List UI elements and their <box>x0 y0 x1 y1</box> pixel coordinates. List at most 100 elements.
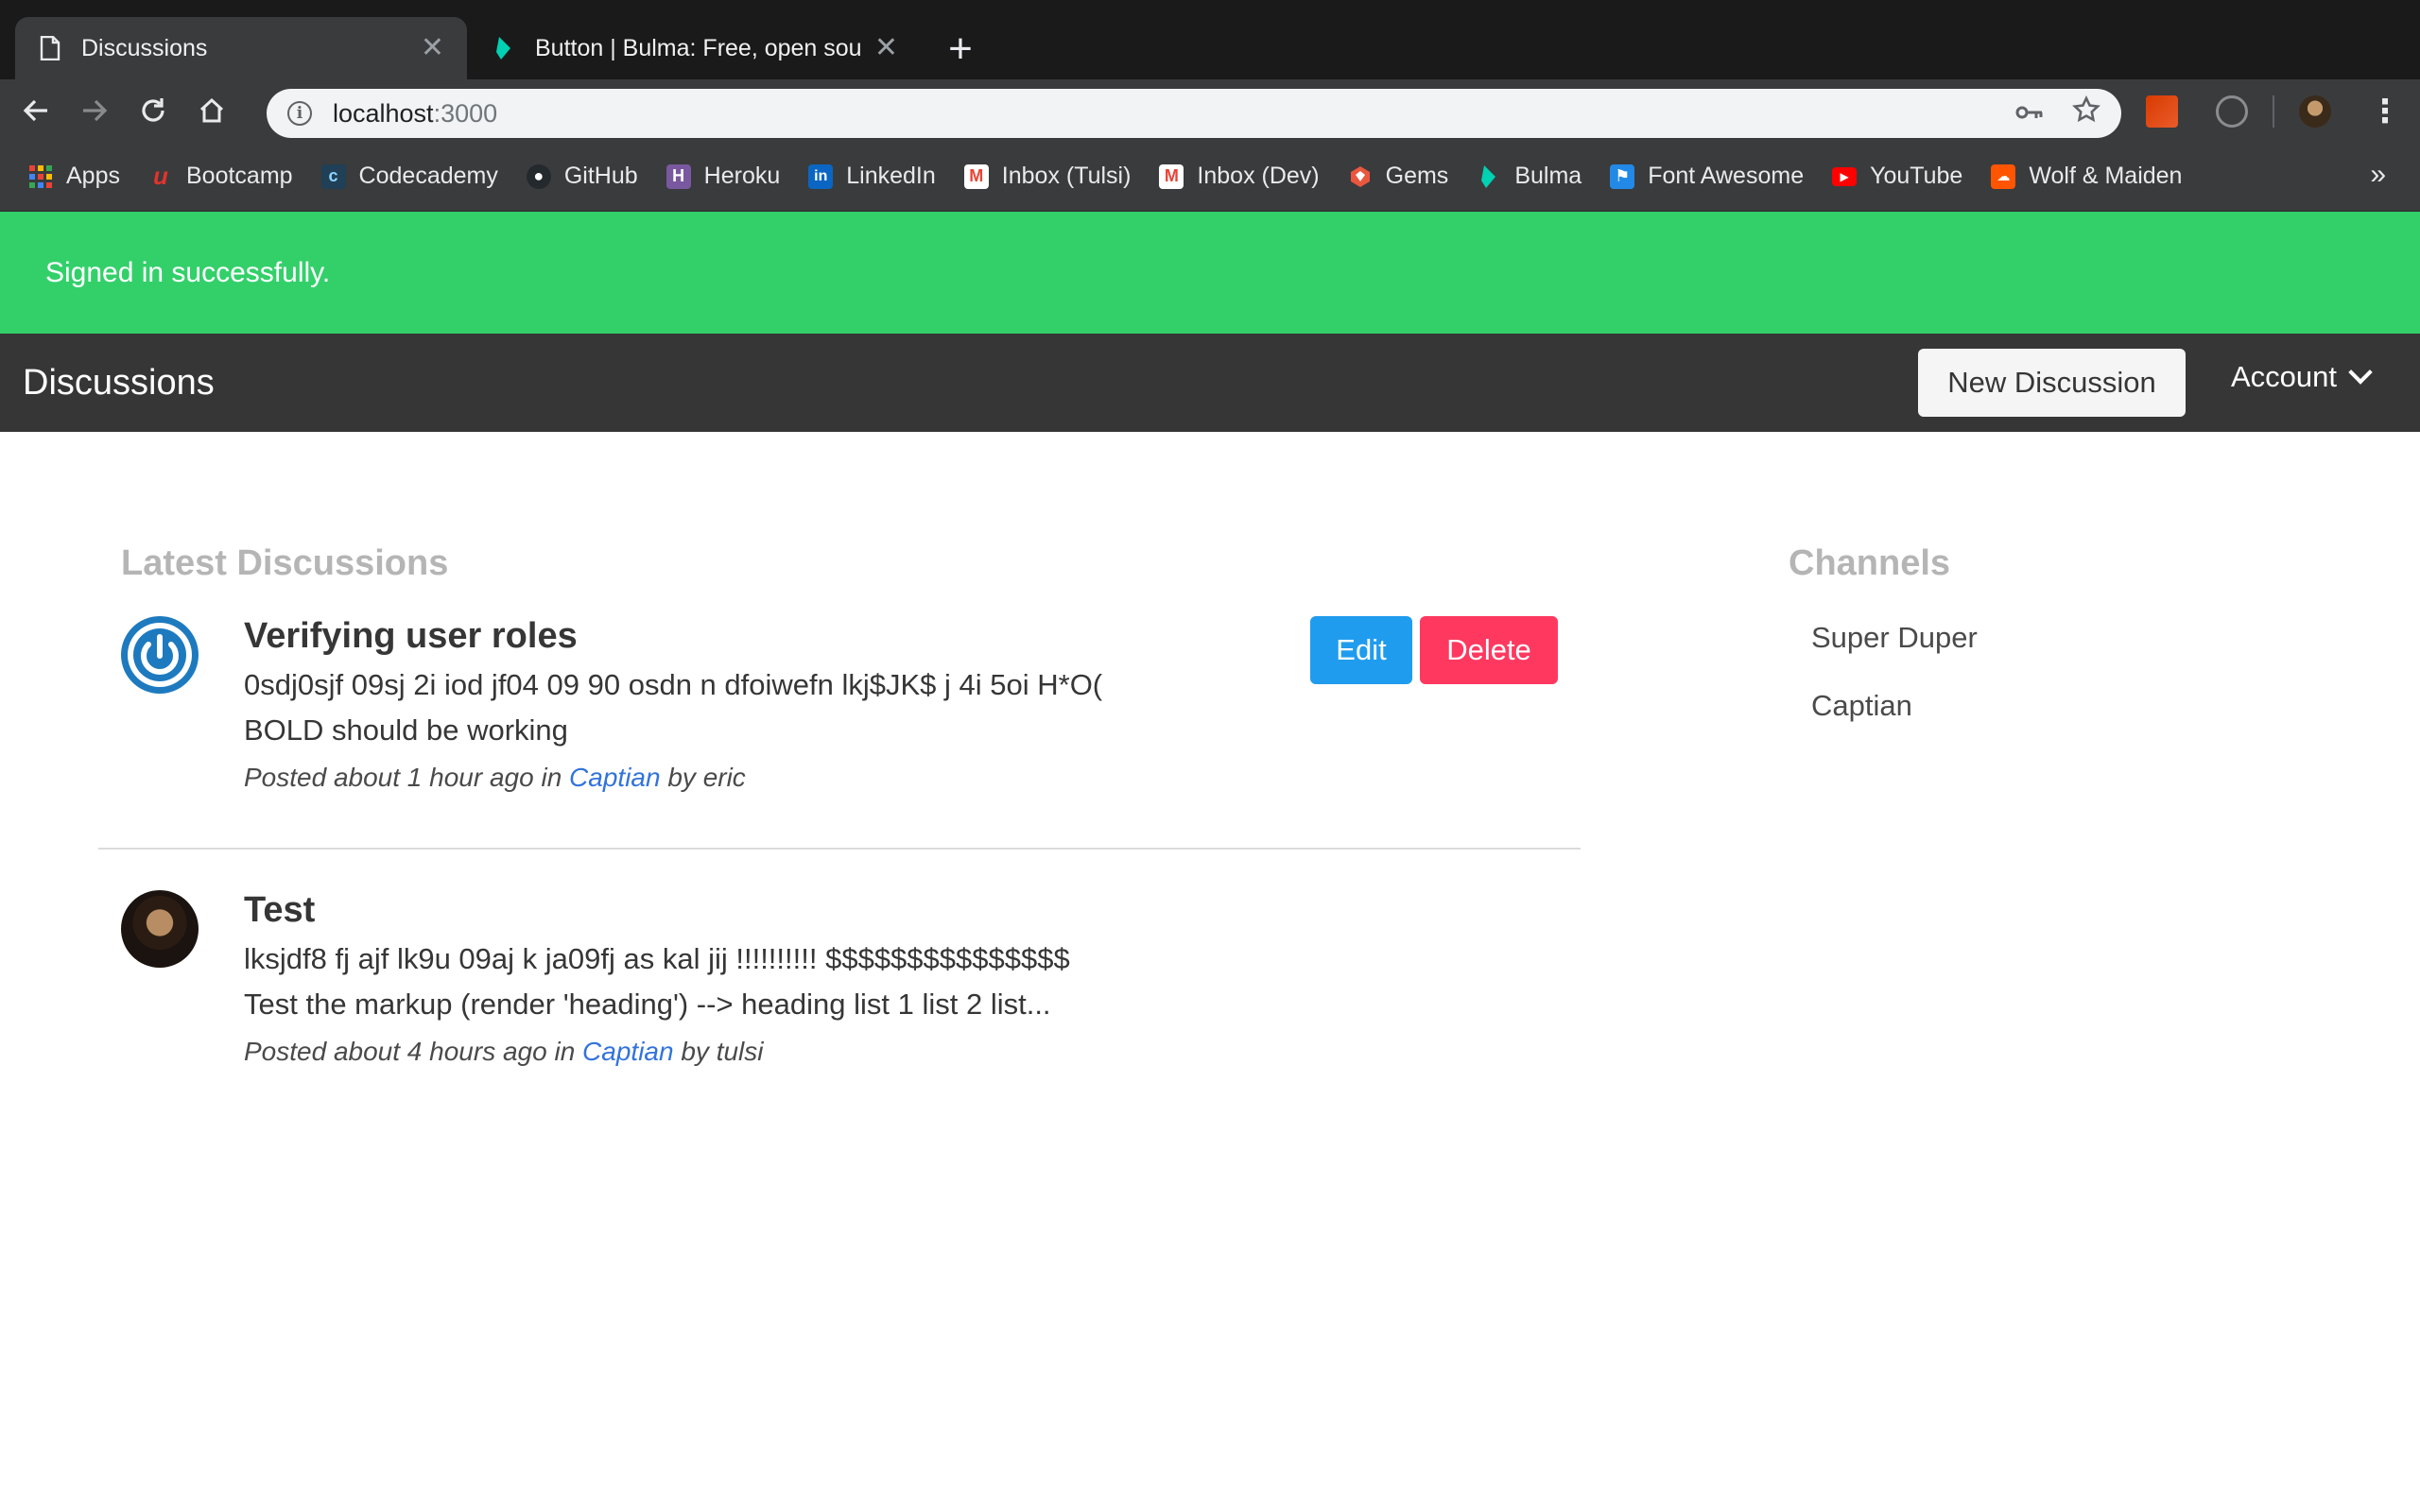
close-icon[interactable]: ✕ <box>874 34 898 62</box>
bookmark-label: Inbox (Tulsi) <box>1001 163 1132 189</box>
menu-icon[interactable]: ⋮ <box>2369 94 2401 129</box>
meta-prefix: Posted about 4 hours ago in <box>244 1037 583 1066</box>
avatar <box>121 890 199 968</box>
discussion-title[interactable]: Verifying user roles <box>244 616 1102 657</box>
discussion-body: Test lksjdf8 fj ajf lk9u 09aj k ja09fj a… <box>244 890 1070 1067</box>
star-icon[interactable] <box>2072 94 2100 131</box>
bulma-icon <box>1477 164 1501 189</box>
power-icon <box>128 623 192 687</box>
avatar <box>121 616 199 694</box>
bootcamp-icon: u <box>153 162 168 190</box>
bookmark-bulma[interactable]: Bulma <box>1477 163 1582 190</box>
arrow-right-icon <box>83 99 108 122</box>
bookmark-codecademy[interactable]: c Codecademy <box>320 163 498 190</box>
bookmark-label: Apps <box>66 163 120 189</box>
main-content: Latest Discussions Channels Verifying us… <box>0 432 2420 1388</box>
home-button[interactable] <box>189 88 234 133</box>
info-icon[interactable]: i <box>287 101 312 126</box>
bulma-icon <box>492 36 516 60</box>
chevron-down-icon <box>2348 360 2373 385</box>
soundcloud-icon: ☁ <box>1991 163 2016 189</box>
tab-discussions[interactable]: Discussions ✕ <box>15 17 467 79</box>
forward-button[interactable] <box>72 88 117 133</box>
github-icon: ● <box>526 163 551 189</box>
document-icon <box>38 36 62 60</box>
arrow-left-icon <box>23 99 47 122</box>
gmail-icon: M <box>1159 163 1184 189</box>
bookmark-label: LinkedIn <box>846 163 936 189</box>
bookmark-label: GitHub <box>563 163 638 189</box>
discussion-body: Verifying user roles 0sdj0sjf 09sj 2i io… <box>244 616 1102 793</box>
excerpt-line: 0sdj0sjf 09sj 2i iod jf04 09 90 osdn n d… <box>244 668 1103 701</box>
app-navbar: Discussions New Discussion Account <box>0 334 2420 432</box>
browser-toolbar: i localhost:3000 ⋮ <box>0 79 2420 142</box>
channel-item-captian[interactable]: Captian <box>1811 672 1978 740</box>
divider <box>98 848 1581 850</box>
channels-heading: Channels <box>1789 543 1951 583</box>
bookmark-bootcamp[interactable]: u Bootcamp <box>148 162 293 190</box>
bookmark-label: Codecademy <box>358 163 498 189</box>
tab-bulma-button[interactable]: Button | Bulma: Free, open source ✕ <box>469 17 921 79</box>
meta-suffix: by eric <box>660 763 746 792</box>
tab-title: Discussions <box>81 34 208 61</box>
font-awesome-icon: ⚑ <box>1610 163 1635 189</box>
gems-icon <box>1348 164 1373 189</box>
apps-grid-icon <box>28 164 53 189</box>
bookmark-label: Gems <box>1385 163 1449 189</box>
brand-link[interactable]: Discussions <box>23 363 215 404</box>
codecademy-icon: c <box>320 163 346 189</box>
bookmark-label: Heroku <box>703 163 781 189</box>
bookmark-github[interactable]: ● GitHub <box>526 163 638 190</box>
discussion-meta: Posted about 1 hour ago in Captian by er… <box>244 763 1102 793</box>
gmail-icon: M <box>963 163 989 189</box>
latest-discussions-heading: Latest Discussions <box>121 543 449 583</box>
bookmark-linkedin[interactable]: in LinkedIn <box>808 163 936 190</box>
extensions-area: ⋮ <box>2127 87 2420 136</box>
profile-avatar-icon[interactable] <box>2299 95 2331 128</box>
bookmark-wolf-maiden[interactable]: ☁ Wolf & Maiden <box>1991 163 2182 190</box>
edit-button[interactable]: Edit <box>1310 616 1412 684</box>
url-port: :3000 <box>433 98 498 128</box>
flash-notice: Signed in successfully. <box>0 212 2420 334</box>
bookmark-label: Inbox (Dev) <box>1197 163 1320 189</box>
browser-chrome: Discussions ✕ Button | Bulma: Free, open… <box>0 0 2420 212</box>
bookmark-inbox-dev[interactable]: M Inbox (Dev) <box>1159 163 1320 190</box>
url-text[interactable]: localhost:3000 <box>333 99 1987 129</box>
bookmark-gems[interactable]: Gems <box>1348 163 1449 190</box>
channel-item-super-duper[interactable]: Super Duper <box>1811 604 1978 672</box>
heroku-icon: H <box>666 163 691 189</box>
new-tab-button[interactable]: + <box>936 25 985 74</box>
discussion-excerpt: 0sdj0sjf 09sj 2i iod jf04 09 90 osdn n d… <box>244 662 1102 753</box>
bookmark-apps[interactable]: Apps <box>28 163 120 190</box>
bookmark-heroku[interactable]: H Heroku <box>666 163 781 190</box>
url-host: localhost <box>333 98 434 128</box>
back-button[interactable] <box>13 88 59 133</box>
bookmark-label: YouTube <box>1870 163 1963 189</box>
office-extension-icon[interactable] <box>2146 95 2178 128</box>
delete-button[interactable]: Delete <box>1420 616 1558 684</box>
channel-link[interactable]: Captian <box>569 763 661 792</box>
account-label: Account <box>2231 360 2338 393</box>
excerpt-line: Test the markup (render 'heading') --> h… <box>244 988 1051 1021</box>
new-discussion-button[interactable]: New Discussion <box>1918 349 2186 417</box>
discussion-meta: Posted about 4 hours ago in Captian by t… <box>244 1037 1070 1067</box>
reload-button[interactable] <box>130 88 176 133</box>
bookmark-inbox-tulsi[interactable]: M Inbox (Tulsi) <box>963 163 1132 190</box>
meta-suffix: by tulsi <box>673 1037 764 1066</box>
discussion-title[interactable]: Test <box>244 890 1070 931</box>
bookmark-label: Wolf & Maiden <box>2029 163 2183 189</box>
tab-title: Button | Bulma: Free, open source <box>535 34 861 61</box>
linkedin-icon: in <box>808 163 834 189</box>
account-dropdown[interactable]: Account <box>2231 360 2373 394</box>
bookmark-youtube[interactable]: ▶ YouTube <box>1832 163 1962 190</box>
close-icon[interactable]: ✕ <box>421 34 444 62</box>
reload-icon <box>142 98 164 122</box>
discussion-excerpt: lksjdf8 fj ajf lk9u 09aj k ja09fj as kal… <box>244 936 1070 1027</box>
discussion-item: Verifying user roles 0sdj0sjf 09sj 2i io… <box>98 616 1581 833</box>
key-icon[interactable] <box>2015 97 2044 129</box>
bookmarks-overflow-button[interactable]: » <box>2370 159 2386 191</box>
bookmark-font-awesome[interactable]: ⚑ Font Awesome <box>1610 163 1804 190</box>
channel-link[interactable]: Captian <box>582 1037 674 1066</box>
sync-extension-icon[interactable] <box>2216 95 2248 128</box>
address-bar[interactable]: i localhost:3000 <box>267 89 2121 138</box>
